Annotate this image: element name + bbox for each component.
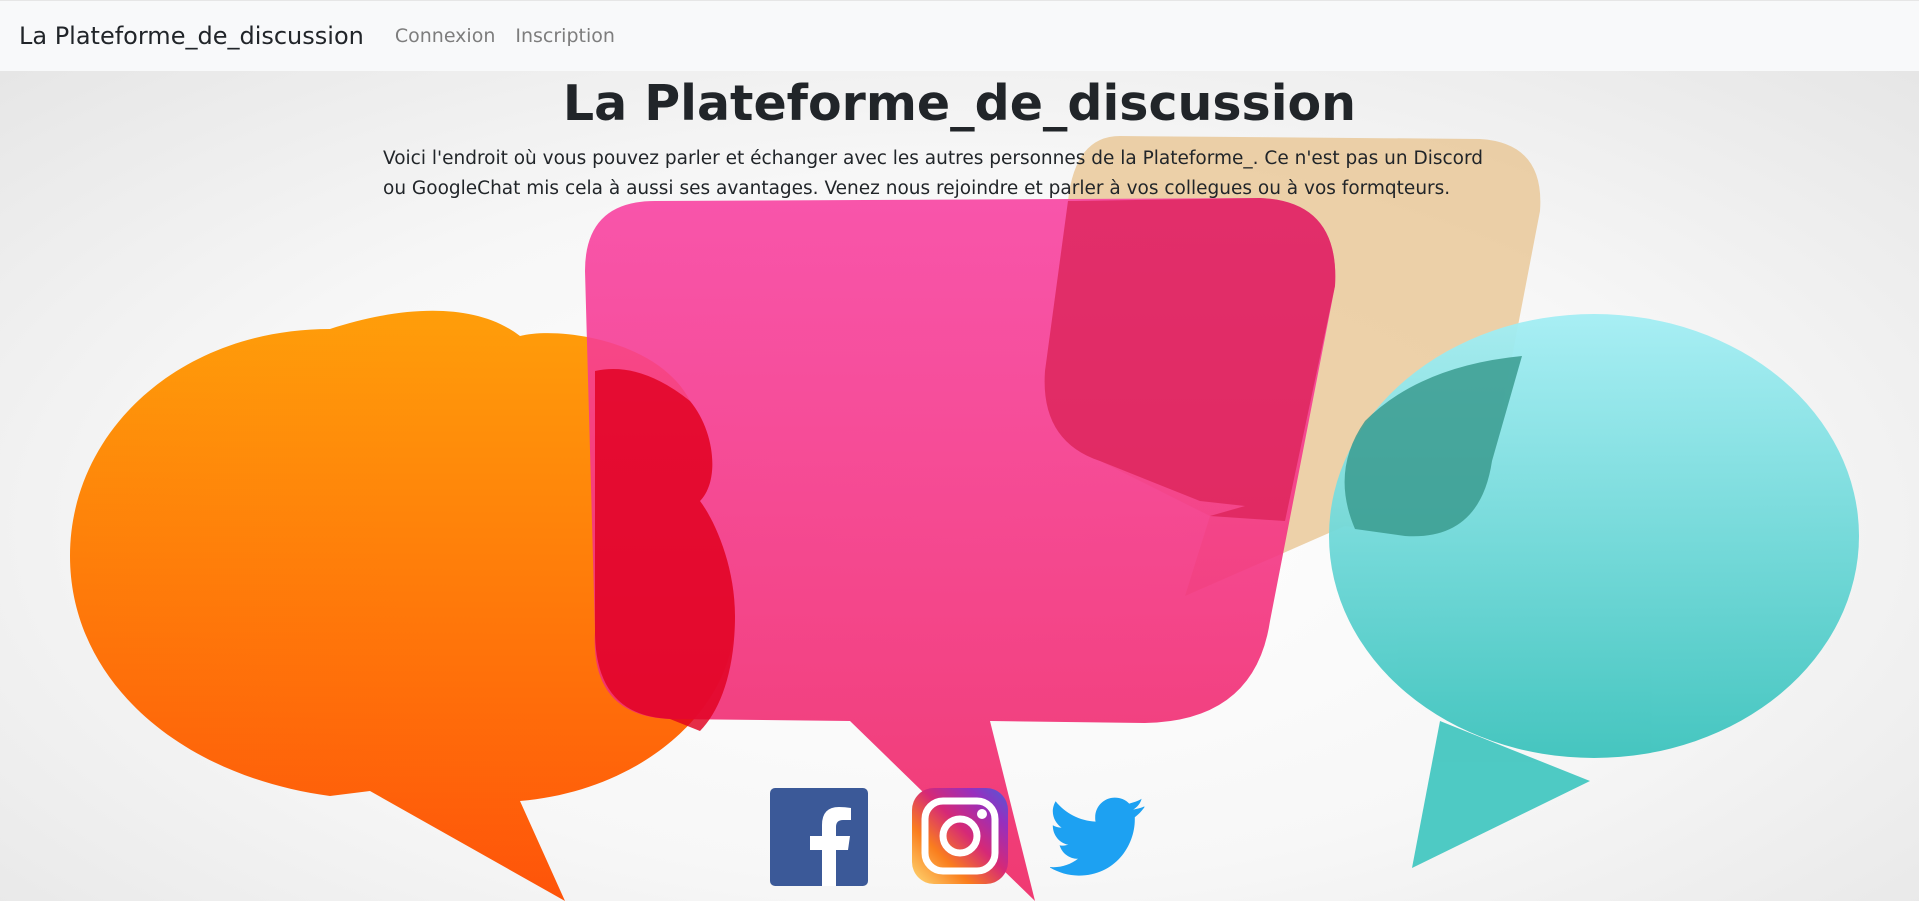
twitter-icon [1048, 797, 1145, 876]
facebook-link[interactable] [770, 788, 868, 886]
instagram-link[interactable] [912, 788, 1008, 884]
nav-link-inscription[interactable]: Inscription [515, 25, 615, 47]
page-title: La Plateforme_de_discussion [562, 75, 1357, 132]
facebook-icon [770, 788, 868, 886]
instagram-icon [912, 788, 1008, 884]
navbar-brand[interactable]: La Plateforme_de_discussion [19, 22, 364, 50]
nav-link-connexion[interactable]: Connexion [395, 25, 496, 47]
top-navbar: La Plateforme_de_discussion Connexion In… [0, 0, 1919, 71]
hero-section: La Plateforme_de_discussion Voici l'endr… [0, 71, 1919, 901]
intro-paragraph: Voici l'endroit où vous pouvez parler et… [383, 148, 1484, 199]
twitter-link[interactable] [1048, 788, 1146, 884]
